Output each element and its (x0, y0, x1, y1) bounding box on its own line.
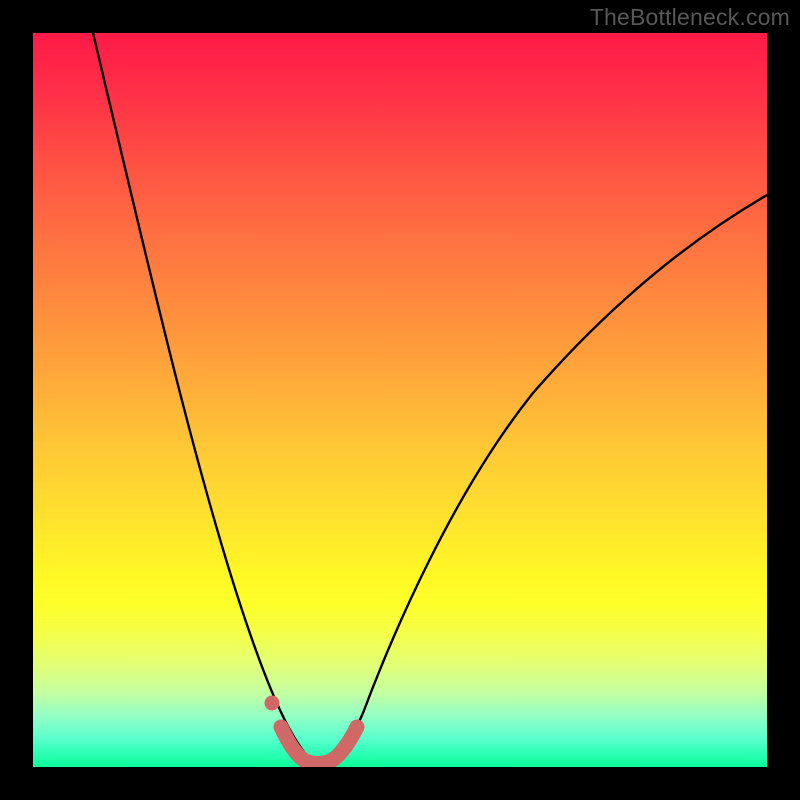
attribution-text: TheBottleneck.com (590, 4, 790, 31)
curve-left (93, 33, 315, 764)
plot-area (33, 33, 767, 767)
left-dot-marker (265, 696, 280, 711)
curve-right (315, 195, 767, 764)
bottleneck-curve (33, 33, 767, 767)
chart-frame: TheBottleneck.com (0, 0, 800, 800)
